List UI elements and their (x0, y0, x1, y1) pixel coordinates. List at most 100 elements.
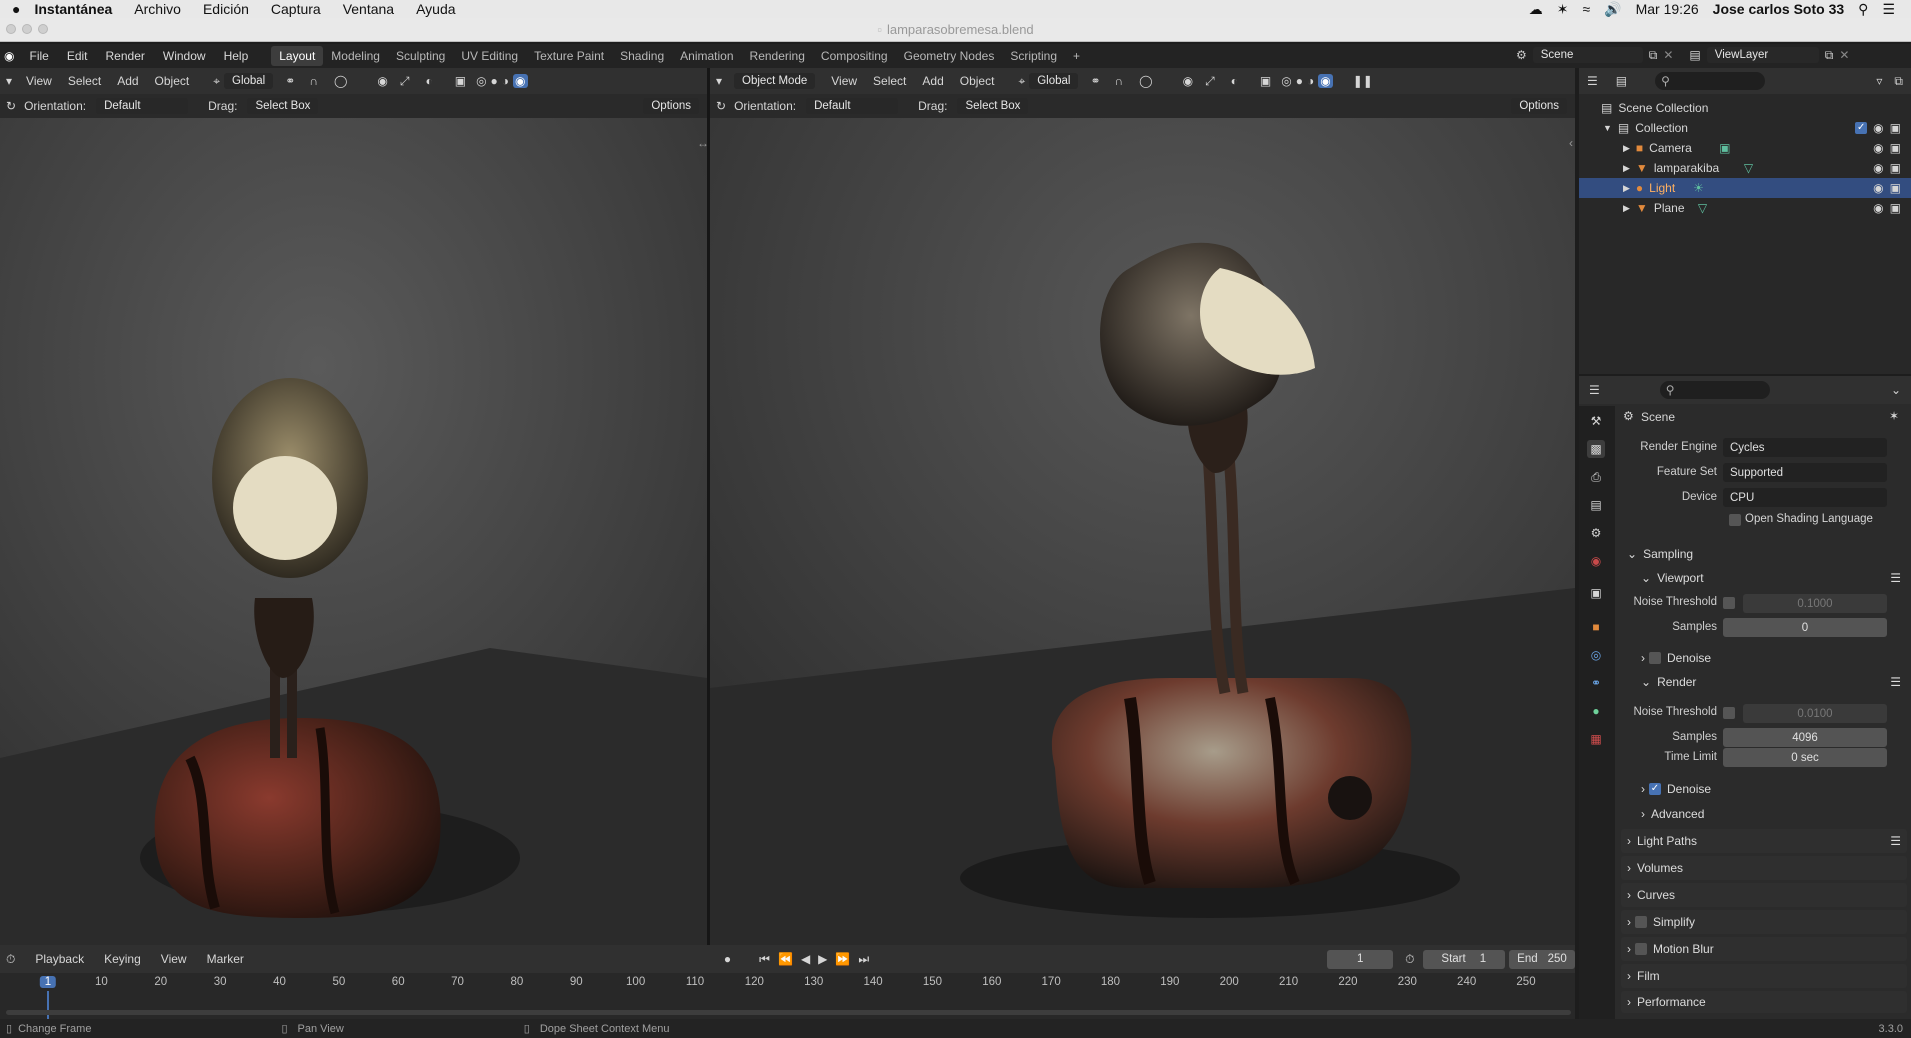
tool-tab-icon[interactable]: ⚒ (1587, 412, 1605, 430)
time-limit-field[interactable]: 0 sec (1723, 748, 1887, 767)
viewlayer-icon[interactable]: ▤ (1689, 48, 1700, 62)
timeline-menu-view[interactable]: View (161, 952, 187, 966)
timeline-menu-marker[interactable]: Marker (207, 952, 244, 966)
menu-ayuda[interactable]: Ayuda (416, 1, 455, 17)
pause-render-icon[interactable]: ❚❚ (1353, 74, 1373, 88)
collection-visibility-icon[interactable]: ◉ (1873, 121, 1883, 135)
gizmo-icon[interactable]: ⤢ (400, 74, 410, 89)
menu-archivo[interactable]: Archivo (134, 1, 181, 17)
start-frame-field[interactable]: Start 1 (1422, 949, 1506, 969)
advanced-subpanel[interactable]: › Advanced (1635, 802, 1907, 826)
right-gizmo-icon[interactable]: ⤢ (1205, 74, 1215, 89)
tab-texture-paint[interactable]: Texture Paint (526, 46, 612, 66)
auto-keying-icon[interactable]: ● (724, 952, 731, 966)
solid-shading-icon[interactable]: ● (491, 74, 498, 88)
right-menu-select[interactable]: Select (873, 74, 906, 88)
light-paths-presets-icon[interactable]: ☰ (1890, 834, 1901, 848)
properties-options-icon[interactable]: ⌄ (1891, 383, 1901, 397)
menu-captura[interactable]: Captura (271, 1, 321, 17)
transform-orientation-icon[interactable]: ⌖ (213, 74, 220, 89)
vp-denoise-subpanel[interactable]: › Denoise (1635, 646, 1907, 670)
wifi-icon[interactable]: ≈ (1582, 1, 1590, 17)
light-data-icon[interactable]: ☀ (1693, 181, 1704, 195)
delete-viewlayer-icon[interactable]: ✕ (1839, 48, 1849, 62)
right-rendered-shading-icon[interactable]: ◉ (1318, 74, 1333, 88)
close-window-button[interactable] (6, 24, 16, 34)
camera-data-icon[interactable]: ▣ (1719, 141, 1730, 155)
outliner-item-plane[interactable]: ▶ ▼ Plane ▽ ◉ ▣ (1579, 198, 1911, 218)
right-transform-orientation[interactable]: Global (1029, 73, 1079, 89)
object-data-tab-icon[interactable]: ● (1587, 702, 1605, 720)
menu-window[interactable]: Window (163, 49, 206, 63)
mesh-data-icon[interactable]: ▽ (1744, 161, 1753, 175)
expand-arrow-icon[interactable]: ▶ (1623, 143, 1630, 154)
render-engine-dropdown[interactable]: Cycles (1723, 438, 1887, 457)
timeline-menu-playback[interactable]: Playback (35, 952, 84, 966)
tab-compositing[interactable]: Compositing (813, 46, 896, 66)
object-tab-icon[interactable]: ■ (1587, 618, 1605, 636)
jump-keyframe-back-icon[interactable]: ⏪ (778, 952, 793, 966)
zoom-window-button[interactable] (38, 24, 48, 34)
presets-icon[interactable]: ☰ (1890, 571, 1901, 585)
light-paths-panel[interactable]: › Light Paths ☰ (1621, 829, 1907, 853)
viewport-subpanel[interactable]: ⌄ Viewport ☰ (1635, 566, 1907, 590)
jump-end-icon[interactable]: ⏭ (858, 952, 869, 967)
spotlight-icon[interactable]: ⚲ (1858, 1, 1868, 18)
material-shading-icon[interactable]: ◑ (502, 74, 509, 88)
left-menu-view[interactable]: View (26, 74, 52, 88)
apple-icon[interactable]: ● (12, 1, 20, 17)
blender-logo-icon[interactable]: ◉ (4, 49, 14, 63)
right-wireframe-shading-icon[interactable]: ◎ (1281, 74, 1291, 88)
right-pivot-icon[interactable]: ⚭ (1090, 74, 1100, 88)
right-overlay-icon[interactable]: ◐ (1231, 74, 1238, 88)
plane-render-icon[interactable]: ▣ (1890, 201, 1901, 215)
camera-visibility-icon[interactable]: ◉ (1873, 141, 1883, 155)
scene-icon[interactable]: ⚙ (1516, 48, 1527, 62)
outliner-scene-collection[interactable]: ▤ Scene Collection (1579, 98, 1911, 118)
properties-search-field[interactable]: ⚲ (1659, 381, 1770, 399)
volume-icon[interactable]: 🔊 (1604, 1, 1621, 18)
jump-start-icon[interactable]: ⏮ (759, 952, 770, 967)
left-transform-orientation[interactable]: Global (224, 73, 274, 89)
rendered-shading-icon[interactable]: ◉ (513, 74, 528, 88)
feature-set-dropdown[interactable]: Supported (1723, 463, 1887, 482)
physics-tab-icon[interactable]: ◎ (1587, 646, 1605, 664)
left-drag-dropdown[interactable]: Select Box (247, 98, 319, 114)
wireframe-shading-icon[interactable]: ◎ (476, 74, 486, 88)
curves-panel[interactable]: › Curves (1621, 883, 1907, 907)
right-area-collapse-icon[interactable]: ‹ (1569, 136, 1573, 150)
lamparakiba-visibility-icon[interactable]: ◉ (1873, 161, 1883, 175)
film-panel[interactable]: › Film (1621, 964, 1907, 988)
simplify-checkbox[interactable] (1635, 916, 1647, 928)
menu-render[interactable]: Render (106, 49, 145, 63)
outliner-collection[interactable]: ▼ ▤ Collection ✓ ◉ ▣ (1579, 118, 1911, 138)
bluetooth-icon[interactable]: ✶ (1557, 1, 1569, 18)
stopwatch-icon[interactable]: ⏱ (1405, 952, 1414, 967)
output-tab-icon[interactable]: ⎙ (1587, 468, 1605, 486)
motion-blur-checkbox[interactable] (1635, 943, 1647, 955)
new-scene-icon[interactable]: ⧉ (1649, 48, 1658, 63)
device-dropdown[interactable]: CPU (1723, 488, 1887, 507)
plane-visibility-icon[interactable]: ◉ (1873, 201, 1883, 215)
osl-checkbox[interactable] (1729, 514, 1741, 526)
tab-shading[interactable]: Shading (612, 46, 672, 66)
play-icon[interactable]: ▶ (818, 952, 827, 966)
visibility-icon[interactable]: ◉ (377, 74, 387, 88)
frame-ruler[interactable]: 1 10 20 30 40 50 60 70 80 90 100 110 120 130 140 150 160… (0, 973, 1575, 1019)
timeline-area[interactable]: 1 10 20 30 40 50 60 70 80 90 100 110 120 130 140 150 160… (0, 973, 1575, 1019)
left-orientation-dropdown[interactable]: Default (96, 98, 189, 114)
outliner-item-lamparakiba[interactable]: ▶ ▼ lamparakiba ▽ ◉ ▣ (1579, 158, 1911, 178)
app-name[interactable]: Instantánea (34, 1, 112, 17)
right-menu-add[interactable]: Add (922, 74, 943, 88)
light-visibility-icon[interactable]: ◉ (1873, 181, 1883, 195)
r-samples-field[interactable]: 4096 (1723, 728, 1887, 747)
end-frame-field[interactable]: End 250 (1509, 949, 1575, 969)
view-layer-tab-icon[interactable]: ▤ (1587, 496, 1605, 514)
tab-layout[interactable]: Layout (271, 46, 324, 66)
outliner-item-light[interactable]: ▶ ● Light ☀ ◉ ▣ (1579, 178, 1911, 198)
menu-file[interactable]: File (29, 49, 48, 63)
tab-animation[interactable]: Animation (672, 46, 741, 66)
right-options-button[interactable]: Options (1511, 98, 1567, 114)
lamparakiba-render-icon[interactable]: ▣ (1890, 161, 1901, 175)
left-menu-add[interactable]: Add (117, 74, 138, 88)
